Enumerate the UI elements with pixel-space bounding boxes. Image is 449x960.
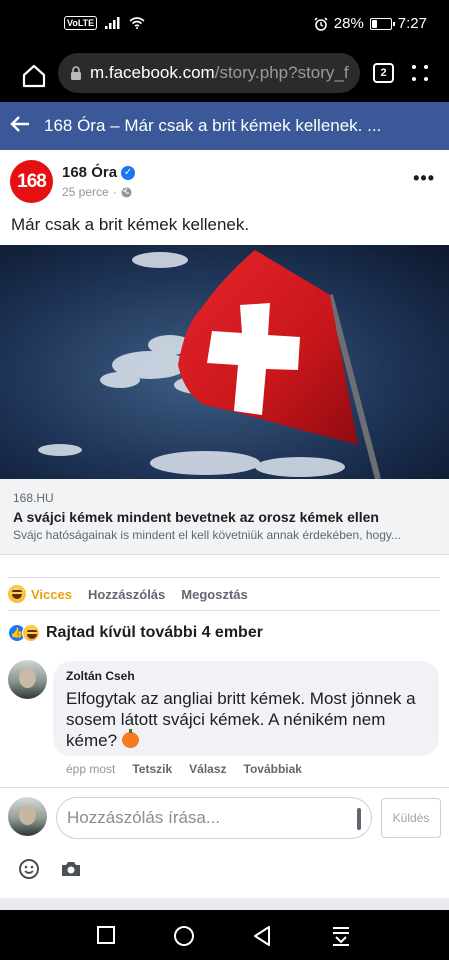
my-avatar [8, 797, 47, 836]
comment-avatar[interactable] [8, 660, 47, 699]
volte-indicator: VoLTE [64, 16, 98, 30]
post-time[interactable]: 25 perce [62, 185, 109, 199]
divider [0, 787, 449, 788]
comment-label: Hozzászólás [87, 586, 166, 602]
back-nav-icon[interactable] [252, 925, 272, 947]
signal-icon [105, 17, 120, 29]
comment-body: Elfogytak az angliai britt kémek. Most j… [66, 689, 416, 750]
reaction-icons: 👍 [8, 624, 40, 642]
swiss-flag-photo [0, 245, 449, 479]
post-image[interactable] [0, 245, 449, 479]
post-options-icon[interactable]: ••• [413, 168, 435, 189]
clock: 7:27 [397, 15, 427, 32]
link-description: Svájc hatóságainak is mindent el kell kö… [13, 528, 402, 542]
text-caret [357, 808, 361, 830]
send-button[interactable]: Küldés [381, 798, 441, 838]
reaction-summary-text: Rajtad kívül további 4 ember [46, 624, 263, 641]
share-button[interactable]: Megosztás [181, 587, 247, 602]
reaction-label: Vicces [31, 586, 72, 602]
status-bar: VoLTE 28% 7:27 [0, 0, 449, 50]
comment-input[interactable]: Hozzászólás írása... [56, 797, 372, 839]
divider [8, 610, 440, 611]
divider [8, 577, 440, 578]
comment-text: Elfogytak az angliai britt kémek. Most j… [66, 688, 426, 751]
page-name-text[interactable]: 168 Óra [62, 164, 117, 181]
meta-separator: · [112, 185, 117, 199]
comment-more-link[interactable]: Továbbiak [244, 762, 302, 776]
home-icon[interactable] [20, 62, 48, 90]
footer-spacer [0, 898, 449, 910]
page-title: 168 Óra – Már csak a brit kémek kellenek… [44, 116, 382, 135]
link-domain: 168.HU [13, 491, 54, 505]
alarm-icon [314, 16, 328, 31]
home-nav-icon[interactable] [173, 925, 195, 947]
post-text: Már csak a brit kémek kellenek. [11, 215, 250, 234]
battery-fill [371, 19, 378, 28]
wifi-icon [129, 17, 145, 29]
share-label: Megosztás [181, 586, 248, 602]
comment-bubble: Zoltán Cseh Elfogytak az angliai britt k… [53, 661, 439, 756]
address-bar[interactable]: m.facebook.com/story.php?story_f [58, 53, 360, 93]
link-title[interactable]: A svájci kémek mindent bevetnek az orosz… [13, 509, 436, 525]
tab-switcher-button[interactable]: 2 [373, 63, 394, 83]
globe-icon [121, 187, 132, 197]
link-preview[interactable]: 168.HU A svájci kémek mindent bevetnek a… [0, 479, 449, 555]
comment-meta: épp most Tetszik Válasz Továbbiak [66, 762, 302, 776]
recent-apps-icon[interactable] [96, 925, 116, 945]
comment-time: épp most [66, 762, 116, 776]
signal-group: VoLTE [64, 16, 145, 30]
comment-button[interactable]: Hozzászólás [88, 587, 165, 602]
system-nav-bar [0, 910, 449, 960]
pumpkin-emoji-icon [121, 729, 139, 748]
verified-badge-icon: ✓ [121, 165, 136, 180]
reaction-summary[interactable]: 👍 Rajtad kívül további 4 ember [8, 624, 263, 642]
reaction-button[interactable]: Vicces [8, 585, 72, 603]
battery-icon [369, 17, 395, 30]
comment-like-link[interactable]: Tetszik [132, 762, 172, 776]
url-host: m.facebook.com [90, 63, 215, 82]
emoji-icon[interactable] [18, 858, 40, 880]
page-header: 168 Óra – Már csak a brit kémek kellenek… [0, 102, 449, 150]
status-right: 28% 7:27 [314, 15, 427, 32]
post-actions: Vicces Hozzászólás Megosztás [8, 585, 264, 603]
camera-icon[interactable] [60, 858, 82, 880]
comment-input-placeholder: Hozzászólás írása... [67, 808, 221, 827]
url-path: /story.php?story_f [214, 63, 349, 82]
page-avatar[interactable]: 168 [10, 160, 53, 203]
lock-icon [71, 65, 81, 80]
browser-toolbar: m.facebook.com/story.php?story_f 2 [0, 50, 449, 102]
post-header: 168 168 Óra ✓ 25 perce · ••• [0, 150, 449, 206]
post-meta: 25 perce · [62, 185, 132, 199]
haha-icon [22, 624, 40, 642]
browser-menu-icon[interactable] [412, 63, 430, 83]
comment-reply-link[interactable]: Válasz [189, 762, 226, 776]
page-name[interactable]: 168 Óra ✓ [62, 164, 136, 181]
comment-author[interactable]: Zoltán Cseh [66, 669, 426, 683]
haha-icon [8, 585, 26, 603]
back-arrow-icon[interactable] [0, 113, 44, 139]
url-text: m.facebook.com/story.php?story_f [90, 63, 349, 83]
keyboard-hide-icon[interactable] [331, 925, 351, 947]
battery-percent: 28% [333, 15, 364, 32]
